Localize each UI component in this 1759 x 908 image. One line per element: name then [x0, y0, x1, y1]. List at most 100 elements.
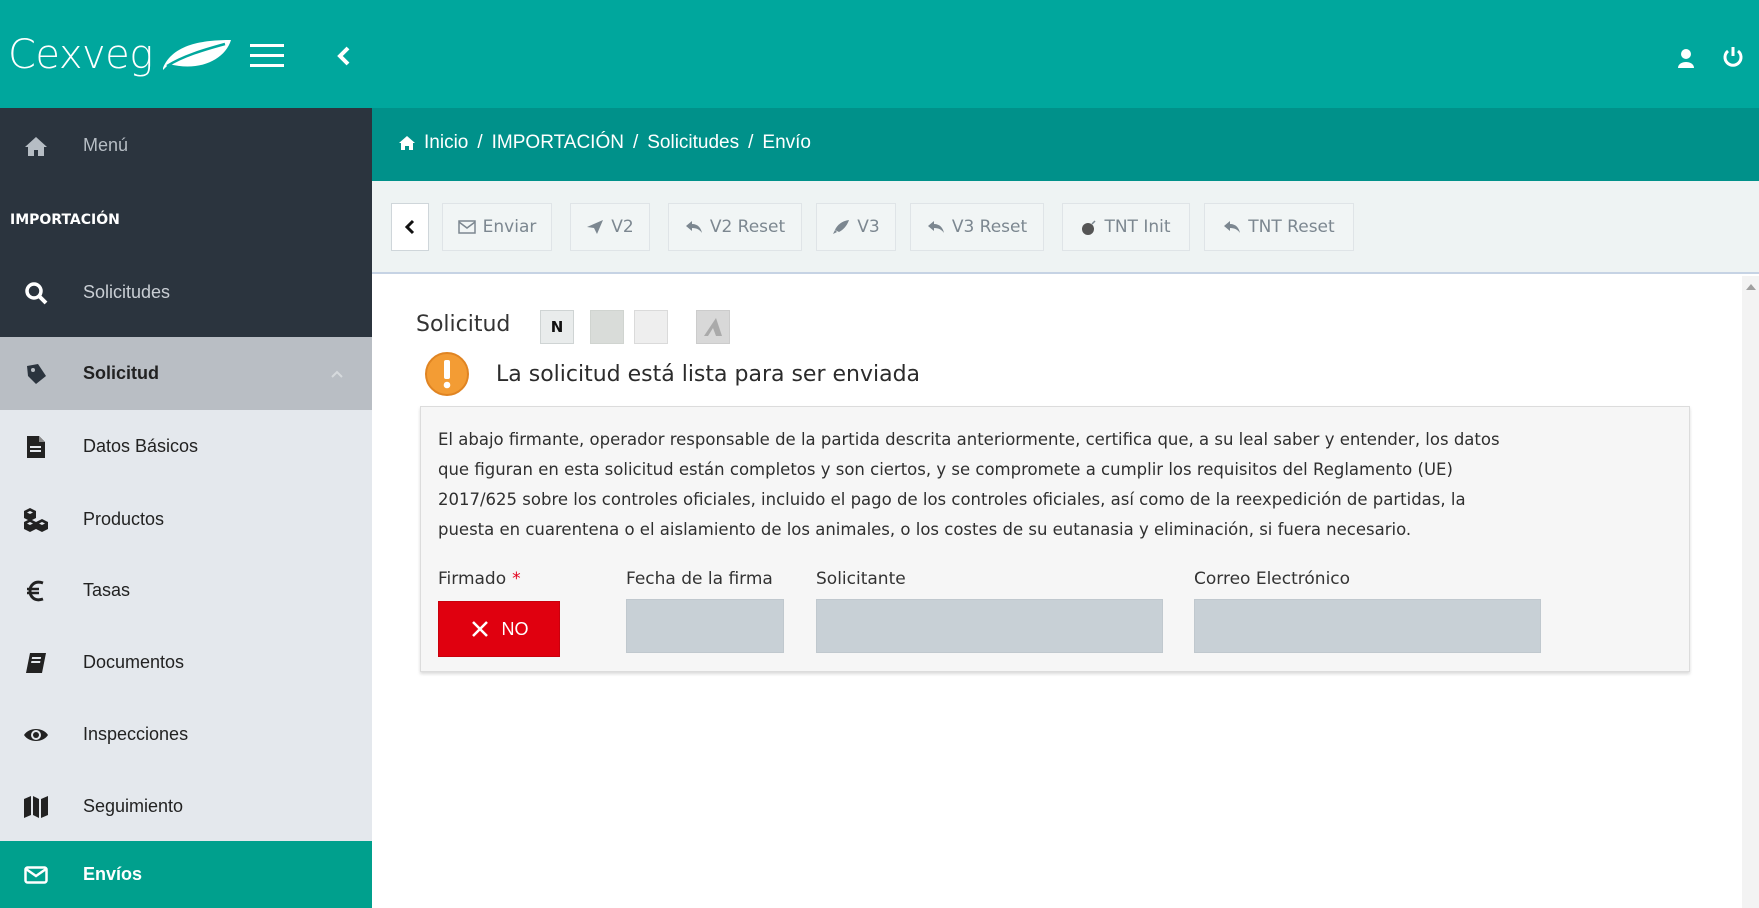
scroll-up-icon[interactable]	[1746, 284, 1756, 290]
sidebar-section-header: IMPORTACIÓN	[0, 183, 372, 256]
chevron-left-icon	[404, 219, 415, 235]
main-content: Solicitud N La solicitud está lista para…	[372, 276, 1742, 908]
reply-icon	[1224, 221, 1241, 233]
firmado-value: NO	[501, 618, 529, 639]
send-icon	[587, 220, 604, 234]
breadcrumb-separator: /	[632, 132, 639, 153]
reply-icon	[927, 221, 944, 233]
solicitante-field[interactable]	[816, 599, 1163, 653]
top-navbar: Cexveg	[0, 0, 1759, 108]
home-icon	[399, 136, 415, 150]
user-icon[interactable]	[1677, 48, 1695, 68]
declaration-line: puesta en cuarentena o el aislamiento de…	[438, 520, 1412, 539]
reply-icon	[685, 221, 702, 233]
book-icon	[22, 649, 50, 677]
declaration-line: El abajo firmante, operador responsable …	[438, 430, 1500, 449]
sidebar-item-label: Solicitud	[83, 363, 159, 383]
sidebar-item-label: Seguimiento	[83, 796, 184, 816]
breadcrumb-home[interactable]: Inicio	[424, 132, 468, 154]
v2-reset-button[interactable]: V2 Reset	[668, 203, 802, 251]
vertical-scrollbar[interactable]	[1742, 276, 1759, 908]
correo-field[interactable]	[1194, 599, 1541, 653]
brand-name: Cexveg	[8, 32, 153, 78]
action-toolbar: Enviar V2 V2 Reset V3 V3 Reset TNT Init …	[372, 181, 1759, 274]
sidebar-item-solicitudes[interactable]: Solicitudes	[0, 256, 372, 329]
fecha-firma-label: Fecha de la firma	[626, 569, 773, 589]
sidebar-item-label: Solicitudes	[83, 282, 171, 302]
firmado-label-text: Firmado	[438, 569, 507, 589]
sidebar-item-menu[interactable]: Menú	[0, 108, 372, 183]
rocket-icon	[833, 220, 850, 234]
sidebar-item-productos[interactable]: Productos	[0, 483, 372, 556]
correo-label: Correo Electrónico	[1194, 569, 1351, 589]
logo-icon	[704, 318, 722, 336]
euro-icon	[22, 577, 50, 605]
sidebar-menu-label: Menú	[83, 135, 129, 155]
eye-icon	[22, 721, 50, 749]
firmado-label: Firmado *	[438, 569, 521, 589]
tnt-reset-label: TNT Reset	[1248, 217, 1335, 237]
breadcrumb-separator: /	[748, 132, 754, 153]
close-icon	[471, 621, 488, 637]
v2-button[interactable]: V2	[570, 203, 650, 251]
v2-label: V2	[611, 217, 634, 237]
tag-icon	[22, 360, 50, 388]
tnt-init-label: TNT Init	[1104, 217, 1171, 237]
leaf-icon	[162, 40, 231, 70]
sidebar-item-label: Inspecciones	[83, 724, 189, 744]
required-mark: *	[512, 569, 521, 589]
home-icon	[22, 132, 50, 160]
envelope-icon	[457, 220, 476, 234]
breadcrumb-solicitudes[interactable]: Solicitudes	[647, 132, 739, 154]
sidebar-item-solicitud[interactable]: Solicitud	[0, 337, 372, 410]
section-title: IMPORTACIÓN	[10, 211, 120, 228]
breadcrumb-importacion[interactable]: IMPORTACIÓN	[492, 132, 624, 154]
chevron-up-icon[interactable]	[330, 369, 344, 379]
sidebar-item-tasas[interactable]: Tasas	[0, 554, 372, 627]
v3-reset-button[interactable]: V3 Reset	[910, 203, 1044, 251]
sidebar-item-seguimiento[interactable]: Seguimiento	[0, 770, 372, 843]
declaration-card: El abajo firmante, operador responsable …	[420, 406, 1690, 672]
chevron-left-icon[interactable]	[334, 42, 354, 70]
bomb-icon	[1082, 220, 1096, 235]
enviar-label: Enviar	[482, 217, 537, 237]
power-icon[interactable]	[1722, 46, 1744, 68]
tnt-reset-button[interactable]: TNT Reset	[1204, 203, 1354, 251]
breadcrumb: Inicio / IMPORTACIÓN / Solicitudes / Env…	[398, 132, 811, 154]
sidebar-item-label: Documentos	[83, 652, 185, 672]
sidebar-item-inspecciones[interactable]: Inspecciones	[0, 698, 372, 771]
search-icon	[22, 279, 50, 307]
firmado-toggle-button[interactable]: NO	[438, 601, 560, 657]
sidebar-item-envios[interactable]: Envíos	[0, 841, 372, 908]
page-title: Solicitud	[416, 312, 511, 337]
declaration-text: El abajo firmante, operador responsable …	[438, 425, 1674, 545]
warning-icon	[425, 352, 469, 396]
sidebar-item-documentos[interactable]: Documentos	[0, 626, 372, 699]
enviar-button[interactable]: Enviar	[442, 203, 552, 251]
status-badge-empty	[634, 310, 668, 344]
alert-text: La solicitud está lista para ser enviada	[496, 361, 921, 387]
brand-logo[interactable]: Cexveg	[8, 10, 233, 100]
v3-label: V3	[857, 217, 880, 237]
sidebar-divider	[0, 329, 372, 337]
declaration-line: que figuran en esta solicitud están comp…	[438, 460, 1453, 479]
fecha-firma-field[interactable]	[626, 599, 784, 653]
declaration-line: 2017/625 sobre los controles oficiales, …	[438, 490, 1466, 509]
file-icon	[22, 433, 50, 461]
hamburger-icon[interactable]	[250, 44, 284, 68]
v2-reset-label: V2 Reset	[709, 217, 786, 237]
status-badge-n: N	[540, 310, 574, 344]
status-badge-empty	[590, 310, 624, 344]
sidebar-item-label: Envíos	[83, 864, 143, 884]
v3-button[interactable]: V3	[816, 203, 896, 251]
breadcrumb-separator: /	[477, 132, 483, 153]
cubes-icon	[22, 506, 50, 534]
status-badge-logo	[696, 310, 730, 344]
breadcrumb-envio: Envío	[762, 132, 811, 153]
tnt-init-button[interactable]: TNT Init	[1062, 203, 1190, 251]
back-button[interactable]	[391, 203, 429, 251]
alert-message: La solicitud está lista para ser enviada	[424, 342, 920, 406]
map-icon	[22, 793, 50, 821]
sidebar-item-label: Productos	[83, 509, 165, 529]
sidebar-item-datos-basicos[interactable]: Datos Básicos	[0, 410, 372, 483]
